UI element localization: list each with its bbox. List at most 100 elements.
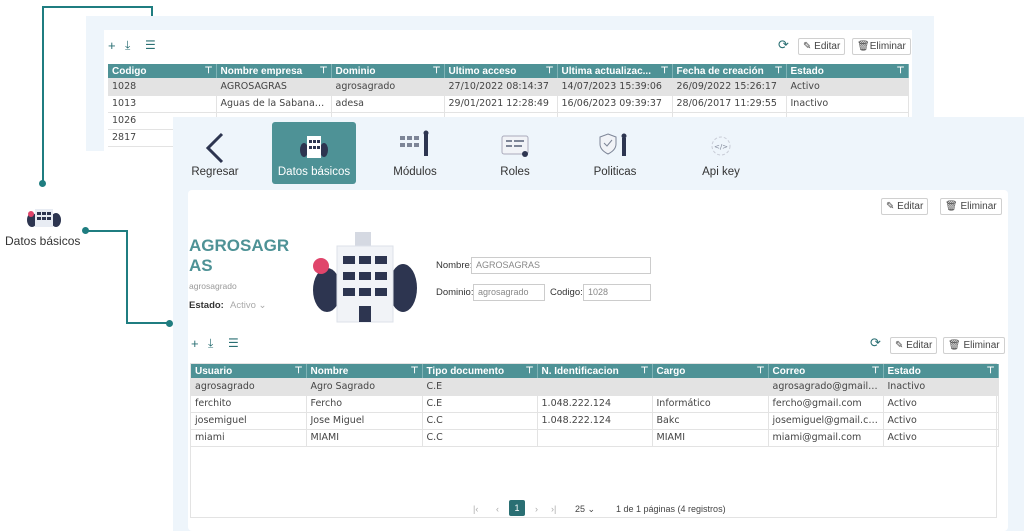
column-header[interactable]: Nombre ⊤ [306, 364, 423, 378]
callout-label: Datos básicos [5, 234, 81, 248]
chevron-down-icon: ⌄ [258, 300, 267, 311]
tab-roles[interactable]: Roles [473, 122, 557, 184]
download-icon[interactable]: ⤓ [125, 38, 130, 53]
table-cell: Inactivo [786, 95, 909, 113]
table-cell: C.C [422, 429, 538, 447]
connector-line [86, 230, 128, 324]
tab-modulos[interactable]: Módulos [373, 122, 457, 184]
filter-icon[interactable]: ⊤ [897, 65, 905, 76]
page-size-select[interactable]: 25 ⌄ [575, 504, 595, 515]
tab-api-key[interactable]: </> Api key [679, 122, 763, 184]
name-field[interactable]: AGROSAGRAS [471, 257, 651, 274]
refresh-icon[interactable]: ⟳ [870, 335, 881, 351]
filter-icon[interactable]: ⊤ [205, 65, 213, 76]
table-row[interactable]: agrosagrado Agro Sagrado C.E agrosagrado@gm… [191, 378, 999, 396]
table-cell: MIAMI [306, 429, 423, 447]
domain-label: Dominio: [436, 287, 474, 298]
roles-icon [501, 135, 529, 157]
table-cell: Activo [883, 412, 999, 430]
filter-icon[interactable]: ⊤ [433, 65, 441, 76]
refresh-icon[interactable]: ⟳ [778, 37, 789, 53]
add-icon[interactable]: + [108, 38, 116, 53]
column-header[interactable]: Cargo ⊤ [652, 364, 769, 378]
table-cell [537, 429, 653, 447]
table-row[interactable]: ferchito Fercho C.E 1.048.222.124 Informátic… [191, 395, 999, 413]
delete-button[interactable]: 🗑Eliminar [852, 38, 911, 55]
table-cell: Activo [883, 429, 999, 447]
table-cell: 16/06/2023 09:39:37 [557, 95, 673, 113]
table-cell: agrosagrado@gmail.com [768, 378, 884, 396]
back-button[interactable]: Regresar [173, 122, 257, 184]
tab-politicas[interactable]: Politicas [573, 122, 657, 184]
column-header[interactable]: Codigo ⊤ [108, 64, 217, 78]
table-cell: C.C [422, 412, 538, 430]
table-cell: C.E [422, 378, 538, 396]
connector-dot [39, 180, 46, 187]
delete-button[interactable]: 🗑 Eliminar [943, 337, 1005, 354]
filter-icon[interactable]: ⊤ [987, 365, 995, 376]
column-header[interactable]: Dominio ⊤ [331, 64, 445, 78]
table-row[interactable]: 1013Aguas de la Sabana (AD...adesa29/01/… [108, 95, 909, 113]
table-cell: Inactivo [883, 378, 999, 396]
edit-button[interactable]: ✎ Editar [890, 337, 938, 354]
column-header[interactable]: Nombre empresa ⊤ [216, 64, 332, 78]
column-header[interactable]: Fecha de creación ⊤ [672, 64, 787, 78]
table-cell: 28/06/2017 11:29:55 [672, 95, 787, 113]
column-header[interactable]: Estado ⊤ [883, 364, 999, 378]
table-cell: Activo [883, 395, 999, 413]
filter-icon[interactable]: ⊤ [295, 365, 303, 376]
edit-button[interactable]: ✎ Editar [881, 198, 929, 215]
column-header[interactable]: Estado ⊤ [786, 64, 909, 78]
company-building-illustration [311, 228, 419, 324]
list-icon[interactable]: ☰ [145, 38, 156, 52]
chevron-left-icon [205, 132, 224, 164]
prev-page-button[interactable]: ‹ [496, 504, 499, 514]
trash-icon: 🗑 [948, 340, 964, 351]
table-cell: Informático [652, 395, 769, 413]
table-cell: 14/07/2023 15:39:06 [557, 78, 673, 96]
column-header[interactable]: N. Identificacion ⊤ [537, 364, 653, 378]
table-cell: Agro Sagrado [306, 378, 423, 396]
add-icon[interactable]: + [191, 336, 199, 351]
chevron-down-icon: ⌄ [587, 504, 596, 514]
filter-icon[interactable]: ⊤ [546, 65, 554, 76]
table-cell: Fercho [306, 395, 423, 413]
delete-button[interactable]: 🗑 Eliminar [940, 198, 1002, 215]
filter-icon[interactable]: ⊤ [757, 365, 765, 376]
code-field[interactable]: 1028 [583, 284, 651, 301]
edit-button[interactable]: ✎ Editar [798, 38, 846, 55]
table-row[interactable]: josemiguel Jose Miguel C.C 1.048.222.124 Bak… [191, 412, 999, 430]
last-page-button[interactable]: ›| [551, 504, 556, 514]
svg-text:</>: </> [714, 143, 728, 151]
filter-icon[interactable]: ⊤ [411, 365, 419, 376]
trash-icon: 🗑 [945, 201, 961, 212]
filter-icon[interactable]: ⊤ [320, 65, 328, 76]
filter-icon[interactable]: ⊤ [775, 65, 783, 76]
table-cell: ferchito [191, 395, 307, 413]
next-page-button[interactable]: › [535, 504, 538, 514]
tab-datos-basicos[interactable]: Datos básicos [272, 122, 356, 184]
column-header[interactable]: Tipo documento ⊤ [422, 364, 538, 378]
first-page-button[interactable]: |‹ [473, 504, 478, 514]
table-cell: agrosagrado [191, 378, 307, 396]
current-page[interactable]: 1 [509, 500, 525, 516]
list-icon[interactable]: ☰ [228, 336, 239, 350]
column-header[interactable]: Correo ⊤ [768, 364, 884, 378]
table-cell: fercho@gmail.com [768, 395, 884, 413]
name-label: Nombre: [436, 260, 473, 271]
table-cell: miami [191, 429, 307, 447]
filter-icon[interactable]: ⊤ [872, 365, 880, 376]
download-icon[interactable]: ⤓ [208, 336, 213, 351]
status-select[interactable]: Activo ⌄ [230, 300, 266, 311]
edit-icon: ✎ [895, 340, 907, 351]
column-header[interactable]: Ultimo acceso ⊤ [444, 64, 558, 78]
filter-icon[interactable]: ⊤ [661, 65, 669, 76]
column-header[interactable]: Ultima actualizac... ⊤ [557, 64, 673, 78]
edit-icon: ✎ [803, 41, 815, 52]
table-row[interactable]: miami MIAMI C.C MIAMI miami@gmail.com Activo [191, 429, 999, 447]
filter-icon[interactable]: ⊤ [641, 365, 649, 376]
column-header[interactable]: Usuario ⊤ [191, 364, 307, 378]
table-row[interactable]: 1028 AGROSAGRAS agrosagrado 27/10/2022 08:1… [108, 78, 909, 96]
filter-icon[interactable]: ⊤ [526, 365, 534, 376]
domain-field[interactable]: agrosagrado [473, 284, 545, 301]
